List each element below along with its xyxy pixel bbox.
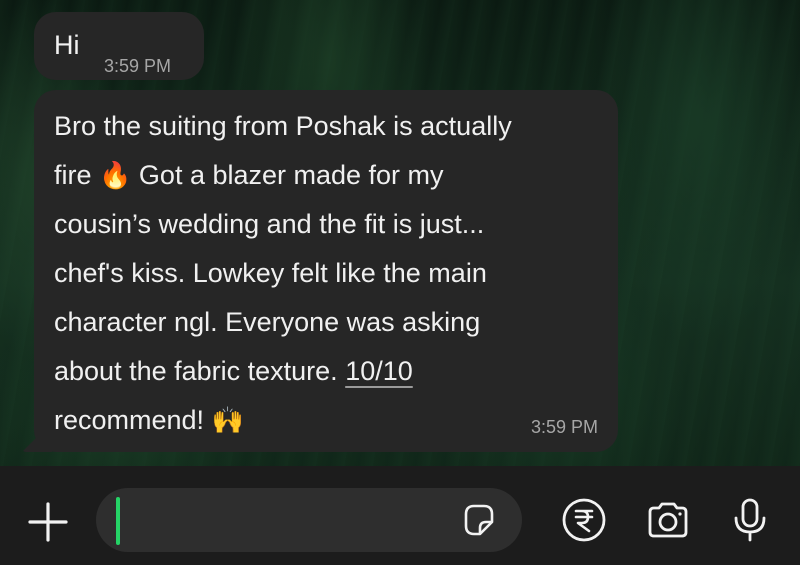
message-timestamp: 3:59 PM — [530, 417, 598, 437]
message-fragment: recommend! — [54, 405, 205, 435]
text-caret — [116, 497, 120, 545]
message-timestamp: 3:59 PM — [104, 56, 172, 76]
message-bubble-hi[interactable]: Hi 3:59 PM — [34, 12, 204, 80]
raising-hands-emoji-icon: 🙌 — [211, 405, 244, 435]
sticker-icon[interactable] — [460, 502, 496, 538]
message-line: Bro the suiting from Poshak is actually — [54, 111, 512, 141]
message-text: Hi — [54, 30, 80, 60]
plus-icon[interactable] — [26, 500, 70, 544]
message-line: chef's kiss. Lowkey felt like the main — [54, 258, 487, 288]
message-fragment: fire — [54, 160, 92, 190]
fire-emoji-icon: 🔥 — [99, 160, 132, 190]
message-fragment: about the fabric texture. — [54, 356, 338, 386]
message-line: character ngl. Everyone was asking — [54, 307, 481, 337]
microphone-icon[interactable] — [726, 496, 774, 544]
message-line: about the fabric texture. 10/10 — [54, 347, 614, 396]
message-input[interactable] — [96, 488, 522, 552]
camera-icon[interactable] — [644, 496, 692, 544]
rating-link[interactable]: 10/10 — [345, 356, 413, 386]
message-bubble-review[interactable]: Bro the suiting from Poshak is actually … — [34, 90, 618, 452]
message-text: Bro the suiting from Poshak is actually … — [54, 102, 614, 445]
message-fragment: Got a blazer made for my — [138, 160, 444, 190]
message-line: cousin’s wedding and the fit is just... — [54, 209, 485, 239]
rupee-icon[interactable] — [560, 496, 608, 544]
message-line: fire 🔥 Got a blazer made for my — [54, 151, 614, 200]
